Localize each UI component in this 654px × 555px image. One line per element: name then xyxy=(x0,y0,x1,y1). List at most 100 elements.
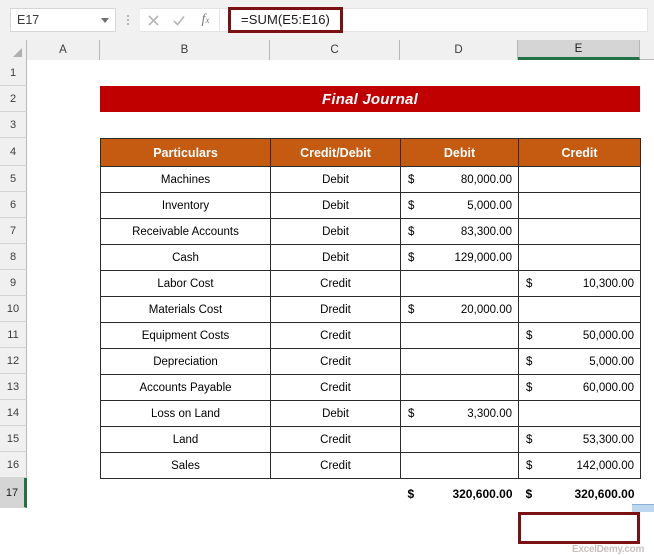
row-header-13[interactable]: 13 xyxy=(0,374,27,400)
cell-credit-debit[interactable]: Debit xyxy=(270,400,401,427)
cell-particulars[interactable]: Machines xyxy=(100,166,271,193)
row-header-5[interactable]: 5 xyxy=(0,166,27,192)
column-header-d[interactable]: D xyxy=(400,40,518,60)
cell-debit[interactable]: $3,300.00 xyxy=(400,400,519,427)
cell-particulars[interactable]: Labor Cost xyxy=(100,270,271,297)
cell-debit[interactable] xyxy=(400,452,519,479)
row-header-17[interactable]: 17 xyxy=(0,478,27,508)
row-header-14[interactable]: 14 xyxy=(0,400,27,426)
insert-function-icon[interactable]: fx xyxy=(192,8,220,32)
cell-particulars[interactable]: Loss on Land xyxy=(100,400,271,427)
cell-particulars[interactable]: Sales xyxy=(100,452,271,479)
selected-cell-e17[interactable] xyxy=(518,512,640,544)
cell-debit[interactable]: $80,000.00 xyxy=(400,166,519,193)
cell-credit[interactable]: $142,000.00 xyxy=(518,452,641,479)
cell-credit[interactable]: $10,300.00 xyxy=(518,270,641,297)
table-row: Equipment Costs Credit $50,000.00 xyxy=(100,322,641,349)
cell-debit[interactable] xyxy=(400,348,519,375)
name-box[interactable]: E17 xyxy=(10,8,116,32)
column-header-e[interactable]: E xyxy=(518,40,640,60)
row-header-1[interactable]: 1 xyxy=(0,60,27,86)
cell-debit[interactable] xyxy=(400,374,519,401)
cell-credit-debit[interactable]: Credit xyxy=(270,270,401,297)
currency-symbol: $ xyxy=(408,303,415,316)
row-header-10[interactable]: 10 xyxy=(0,296,27,322)
currency-symbol: $ xyxy=(408,199,415,212)
formula-bar[interactable]: fx =SUM(E5:E16) xyxy=(140,7,648,33)
cell-credit[interactable] xyxy=(518,218,641,245)
row-header-9[interactable]: 9 xyxy=(0,270,27,296)
column-header-b[interactable]: B xyxy=(100,40,270,60)
spreadsheet-grid: A B C D E 1 2 3 4 5 6 7 8 9 10 11 12 13 … xyxy=(0,40,654,555)
cell-credit-debit[interactable]: Debit xyxy=(270,244,401,271)
row-header-4[interactable]: 4 xyxy=(0,138,27,166)
scrollbar-fragment[interactable] xyxy=(632,504,654,512)
select-all-icon[interactable] xyxy=(0,40,27,60)
cell-particulars[interactable] xyxy=(101,479,271,509)
cell-credit[interactable]: $5,000.00 xyxy=(518,348,641,375)
cell-debit[interactable]: $5,000.00 xyxy=(400,192,519,219)
column-particulars: Particulars xyxy=(100,138,271,167)
cell-credit-debit[interactable]: Credit xyxy=(270,426,401,453)
cell-credit[interactable] xyxy=(518,244,641,271)
cell-credit-debit[interactable]: Credit xyxy=(270,348,401,375)
table-row: Machines Debit $80,000.00 xyxy=(100,166,641,193)
cell-credit[interactable] xyxy=(518,166,641,193)
table-header-row: Particulars Credit/Debit Debit Credit xyxy=(100,138,641,167)
cell-credit[interactable]: $50,000.00 xyxy=(518,322,641,349)
row-header-7[interactable]: 7 xyxy=(0,218,27,244)
column-header-c[interactable]: C xyxy=(270,40,400,60)
cell-credit-debit[interactable]: Credit xyxy=(270,452,401,479)
row-header-6[interactable]: 6 xyxy=(0,192,27,218)
cell-debit[interactable]: $129,000.00 xyxy=(400,244,519,271)
cell-particulars[interactable]: Depreciation xyxy=(100,348,271,375)
close-icon[interactable] xyxy=(140,8,166,32)
formula-input[interactable]: =SUM(E5:E16) xyxy=(241,12,330,27)
currency-symbol: $ xyxy=(408,251,415,264)
cell-debit[interactable] xyxy=(400,322,519,349)
cell-credit-debit[interactable]: Credit xyxy=(270,374,401,401)
column-header-a[interactable]: A xyxy=(27,40,100,60)
cell-credit-debit[interactable] xyxy=(271,479,401,509)
table-row: Depreciation Credit $5,000.00 xyxy=(100,348,641,375)
cell-credit-debit[interactable]: Debit xyxy=(270,192,401,219)
row-header-8[interactable]: 8 xyxy=(0,244,27,270)
cell-credit-debit[interactable]: Credit xyxy=(270,322,401,349)
cell-particulars[interactable]: Equipment Costs xyxy=(100,322,271,349)
sheet-canvas: Final Journal Particulars Credit/Debit D… xyxy=(27,60,654,555)
cell-particulars[interactable]: Receivable Accounts xyxy=(100,218,271,245)
cell-particulars[interactable]: Land xyxy=(100,426,271,453)
formula-input-highlight: =SUM(E5:E16) xyxy=(228,7,343,33)
cell-debit[interactable] xyxy=(400,426,519,453)
row-header-16[interactable]: 16 xyxy=(0,452,27,478)
cell-debit[interactable] xyxy=(400,270,519,297)
check-icon[interactable] xyxy=(166,8,192,32)
cell-credit[interactable] xyxy=(518,400,641,427)
currency-symbol: $ xyxy=(407,486,415,501)
row-header-15[interactable]: 15 xyxy=(0,426,27,452)
cell-credit-debit[interactable]: Debit xyxy=(270,166,401,193)
cell-credit[interactable] xyxy=(518,192,641,219)
cell-credit[interactable] xyxy=(518,296,641,323)
row-header-2[interactable]: 2 xyxy=(0,86,27,112)
cell-credit-debit[interactable]: Debit xyxy=(270,218,401,245)
table-body: Machines Debit $80,000.00 Inventory Debit $5,… xyxy=(100,166,641,509)
currency-symbol: $ xyxy=(408,407,415,420)
row-header-3[interactable]: 3 xyxy=(0,112,27,138)
cell-particulars[interactable]: Inventory xyxy=(100,192,271,219)
cell-particulars[interactable]: Cash xyxy=(100,244,271,271)
cell-debit[interactable]: $320,600.00 xyxy=(401,479,519,509)
cell-credit[interactable]: $53,300.00 xyxy=(518,426,641,453)
cell-credit[interactable]: $60,000.00 xyxy=(518,374,641,401)
watermark-text: ExcelDemy.com xyxy=(572,544,645,555)
row-header-11[interactable]: 11 xyxy=(0,322,27,348)
row-header-12[interactable]: 12 xyxy=(0,348,27,374)
cell-particulars[interactable]: Accounts Payable xyxy=(100,374,271,401)
cell-debit[interactable]: $20,000.00 xyxy=(400,296,519,323)
cell-credit-debit[interactable]: Dredit xyxy=(270,296,401,323)
cell-debit[interactable]: $83,300.00 xyxy=(400,218,519,245)
cell-particulars[interactable]: Materials Cost xyxy=(100,296,271,323)
table-row: Loss on Land Debit $3,300.00 xyxy=(100,400,641,427)
cell-credit[interactable]: $320,600.00 xyxy=(519,479,641,509)
chevron-down-icon[interactable] xyxy=(101,17,109,23)
